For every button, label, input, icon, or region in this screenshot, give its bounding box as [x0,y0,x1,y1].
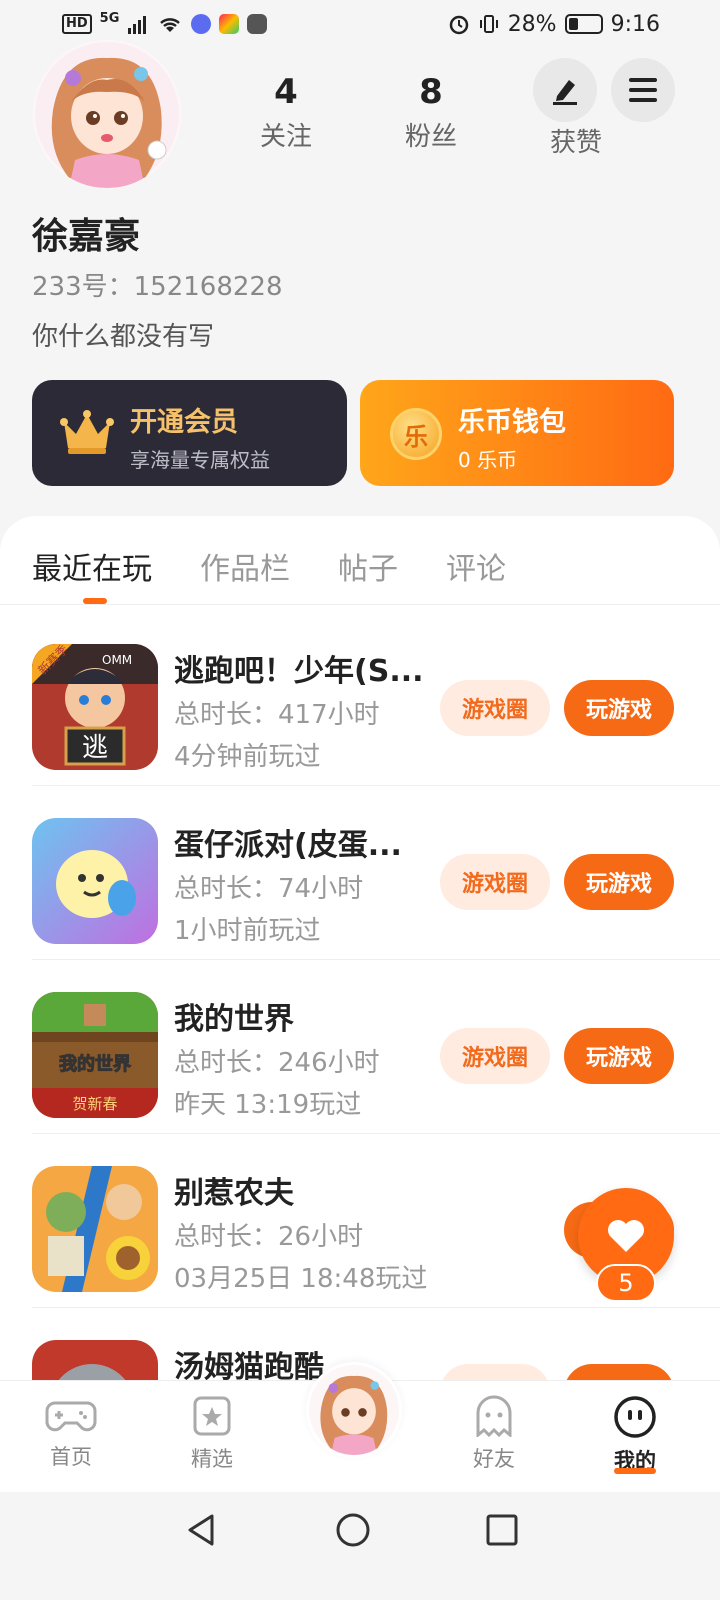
svg-text:贺新春: 贺新春 [72,1095,117,1113]
fans-stat[interactable]: 8 粉丝 [371,72,491,153]
game-last-played: 03月25日 18:48玩过 [174,1264,428,1294]
tab-recent[interactable]: 最近在玩 [32,544,152,588]
tab-comments[interactable]: 评论 [446,544,506,588]
vip-subtitle: 享海量专属权益 [130,448,270,472]
smiley-icon [614,1396,656,1438]
fans-label: 粉丝 [404,122,457,152]
game-icon-minecraft[interactable]: 我的世界 贺新春 [32,992,158,1118]
status-right: 28% 9:16 [448,12,660,37]
profile-uid: 233号：152168228 [32,272,283,302]
game-icon-text: 逃 [82,733,108,763]
system-nav-bar [0,1492,720,1600]
game-row[interactable]: 我的世界 贺新春 我的世界 总时长：246小时 昨天 13:19玩过 游戏圈 玩… [0,960,720,1134]
tab-posts[interactable]: 帖子 [338,544,398,588]
play-game-button[interactable]: 玩游戏 [564,854,674,910]
game-circle-button[interactable]: 游戏圈 [440,1028,550,1084]
recents-icon[interactable] [484,1512,520,1548]
menu-button[interactable] [611,58,675,122]
svg-text:OMM: OMM [102,653,132,667]
following-count: 4 [274,72,298,112]
game-circle-button[interactable]: 游戏圈 [440,680,550,736]
home-icon[interactable] [335,1512,371,1548]
clock: 9:16 [610,11,660,37]
vip-title: 开通会员 [130,407,238,438]
battery-percent: 28% [507,11,557,37]
vibrate-icon [479,15,498,33]
status-left: HD 5G [62,10,268,34]
play-game-button[interactable]: 玩游戏 [564,680,674,736]
like-count-badge: 5 [596,1264,656,1302]
nav-center-avatar[interactable] [306,1362,402,1458]
game-row[interactable]: 蛋仔派对(皮蛋... 总时长：74小时 1小时前玩过 游戏圈 玩游戏 [0,786,720,960]
nav-home-label: 首页 [50,1445,92,1469]
divider [0,604,720,605]
heart-icon [608,1220,644,1252]
nav-home[interactable]: 首页 [21,1395,121,1471]
coin-icon: 乐 [390,408,442,460]
game-name[interactable]: 逃跑吧！少年(S... [174,646,424,690]
back-icon[interactable] [184,1512,220,1548]
game-duration: 总时长：26小时 [174,1222,364,1252]
wallet-card[interactable]: 乐 乐币钱包 0 乐币 [360,380,674,486]
likes-stat[interactable]: 获赞 [516,118,636,159]
nav-featured[interactable]: 精选 [162,1395,262,1473]
nav-featured-label: 精选 [191,1447,233,1471]
vip-card[interactable]: 开通会员 享海量专属权益 [32,380,347,486]
nav-mine[interactable]: 我的 [585,1395,685,1475]
menu-icon [629,78,657,102]
game-name[interactable]: 我的世界 [174,994,294,1038]
game-icon-eggy-party[interactable] [32,818,158,944]
profile-avatar[interactable] [33,40,181,188]
avatar-illustration [33,40,181,188]
tab-works[interactable]: 作品栏 [200,544,290,588]
music-app-icon [191,14,212,34]
nav-friends[interactable]: 好友 [444,1395,544,1473]
battery-icon [564,14,603,34]
wallet-balance: 0 乐币 [458,448,518,472]
game-duration: 总时长：74小时 [174,874,364,904]
profile-bio[interactable]: 你什么都没有写 [32,316,214,353]
game-duration: 总时长：246小时 [174,1048,380,1078]
game-last-played: 昨天 13:19玩过 [174,1090,362,1120]
play-game-button[interactable]: 玩游戏 [564,1028,674,1084]
game-last-played: 1小时前玩过 [174,916,321,946]
game-name[interactable]: 蛋仔派对(皮蛋... [174,820,402,864]
nav-active-indicator [614,1468,656,1474]
svg-text:我的世界: 我的世界 [59,1053,131,1075]
game-duration: 总时长：417小时 [174,700,380,730]
game-icon-farmer[interactable] [32,1166,158,1292]
game-notification-icon [247,14,268,34]
tab-bar: 最近在玩 作品栏 帖子 评论 [32,544,506,588]
gamepad-icon [45,1401,97,1432]
hd-indicator: HD [62,14,92,34]
profile-name: 徐嘉豪 [32,216,141,257]
edit-profile-button[interactable] [533,58,597,122]
app-notification-icon [219,14,240,34]
game-row[interactable]: 逃 OMM 新赛季 逃跑吧！少年(S... 总时长：417小时 4分钟前玩过 游… [0,612,720,786]
star-card-icon [193,1396,231,1436]
game-last-played: 4分钟前玩过 [174,742,321,772]
signal-bars-icon [128,16,147,34]
avatar-illustration [309,1365,399,1455]
wallet-title: 乐币钱包 [458,407,566,438]
alarm-icon [449,15,468,35]
game-circle-button[interactable]: 游戏圈 [440,854,550,910]
crown-icon [60,410,114,454]
signal-icon: 5G [99,10,120,26]
likes-label: 获赞 [549,128,602,158]
fans-count: 8 [419,72,443,112]
following-label: 关注 [259,122,312,152]
ghost-icon [476,1395,512,1439]
pencil-icon [553,80,577,105]
following-stat[interactable]: 4 关注 [226,72,346,153]
game-icon-escape[interactable]: 逃 OMM 新赛季 [32,644,158,770]
wifi-icon [160,18,181,32]
game-name[interactable]: 别惹农夫 [174,1168,294,1212]
nav-friends-label: 好友 [473,1447,515,1471]
